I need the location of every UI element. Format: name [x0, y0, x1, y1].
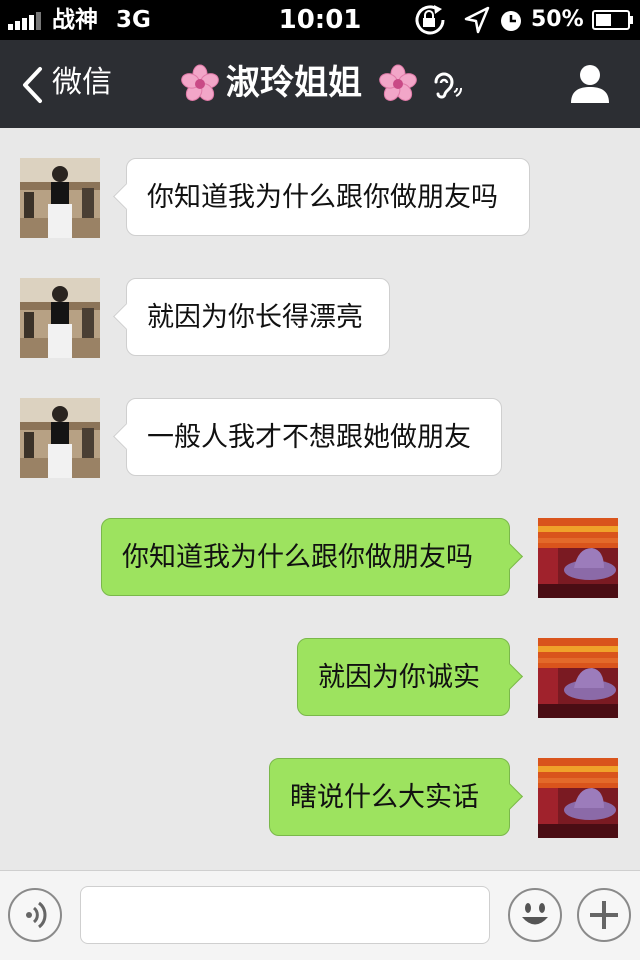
input-bar: [0, 870, 640, 960]
status-bar: 战神 3G 10:01 50%: [0, 0, 640, 40]
outgoing-message-bubble[interactable]: 瞎说什么大实话: [269, 758, 523, 836]
voice-button[interactable]: [8, 888, 62, 942]
cherry-blossom-icon: [181, 64, 219, 101]
message-text: 就因为你诚实: [318, 662, 480, 693]
more-button[interactable]: [577, 888, 631, 942]
message-text: 瞎说什么大实话: [290, 782, 479, 813]
plus-icon: [590, 901, 618, 929]
contact-avatar[interactable]: [20, 158, 100, 238]
message-text: 一般人我才不想跟她做朋友: [147, 422, 471, 453]
contact-avatar[interactable]: [20, 398, 100, 478]
my-avatar[interactable]: [538, 638, 618, 718]
incoming-message-bubble[interactable]: 你知道我为什么跟你做朋友吗: [113, 158, 530, 236]
chat-info-button[interactable]: [566, 60, 614, 108]
battery-percent: 50%: [531, 7, 584, 32]
message-list[interactable]: 你知道我为什么跟你做朋友吗 就因为你长得漂亮 一般人我才不想跟她做朋友 你知道我…: [0, 128, 640, 870]
rotation-lock-icon: [415, 5, 445, 35]
back-button[interactable]: 微信: [16, 40, 136, 128]
outgoing-message-bubble[interactable]: 就因为你诚实: [297, 638, 523, 716]
chevron-left-icon: [23, 67, 42, 103]
page-title: 淑玲姐姐: [226, 63, 362, 103]
incoming-message-bubble[interactable]: 就因为你长得漂亮: [113, 278, 390, 356]
my-avatar[interactable]: [538, 518, 618, 598]
incoming-message-bubble[interactable]: 一般人我才不想跟她做朋友: [113, 398, 502, 476]
my-avatar[interactable]: [538, 758, 618, 838]
outgoing-message-bubble[interactable]: 你知道我为什么跟你做朋友吗: [101, 518, 523, 596]
voice-icon: [26, 901, 47, 929]
contact-avatar[interactable]: [20, 278, 100, 358]
earpiece-mode-icon: [434, 72, 462, 99]
chat-title: 淑玲姐姐: [180, 60, 470, 108]
message-text: 你知道我为什么跟你做朋友吗: [147, 182, 498, 213]
battery-icon: [592, 10, 633, 30]
message-input[interactable]: [80, 886, 490, 944]
emoji-button[interactable]: [508, 888, 562, 942]
location-icon: [464, 6, 490, 34]
message-text: 就因为你长得漂亮: [147, 302, 363, 333]
alarm-clock-icon: [501, 11, 521, 31]
battery-fill: [596, 14, 611, 26]
cherry-blossom-icon: [379, 64, 417, 101]
message-text: 你知道我为什么跟你做朋友吗: [122, 542, 473, 573]
nav-bar: 微信 淑玲姐姐: [0, 40, 640, 128]
back-label: 微信: [52, 65, 112, 100]
emoji-icon: [522, 903, 548, 925]
person-icon: [571, 65, 609, 103]
